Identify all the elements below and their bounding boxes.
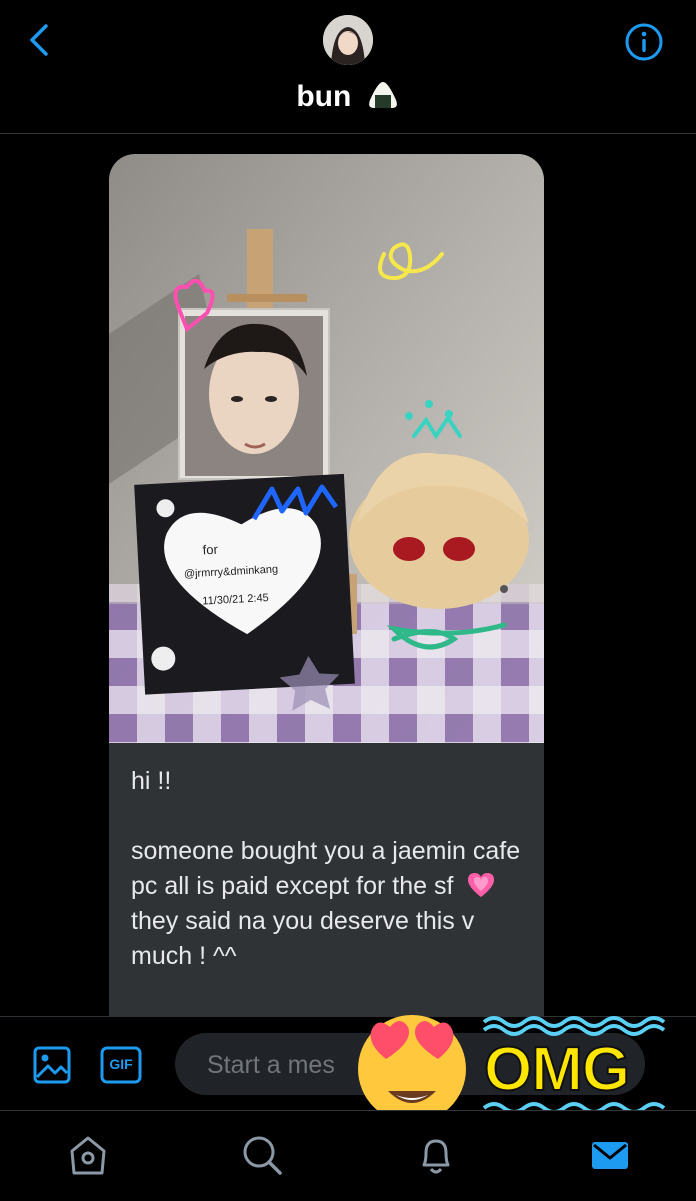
info-button[interactable]: [624, 22, 664, 62]
nav-notifications[interactable]: [414, 1133, 458, 1177]
message-text: hi !! someone bought you a jaemin cafe p…: [131, 764, 531, 1009]
message-bubble[interactable]: for @jrmrry&dminkang 11/30/21 2:45 hi !!: [109, 154, 544, 1054]
bell-icon: [422, 1139, 450, 1174]
omg-sticker-text: OMG: [483, 1034, 631, 1105]
add-gif-button[interactable]: GIF: [100, 1046, 142, 1084]
nav-home[interactable]: [66, 1133, 110, 1177]
contact-name[interactable]: bun: [0, 80, 696, 114]
bottom-nav: [0, 1110, 696, 1201]
message-input-placeholder: Start a mes: [207, 1051, 335, 1079]
message-paragraph: hi !!: [131, 767, 172, 795]
nav-messages[interactable]: [588, 1133, 632, 1177]
search-icon: [243, 1136, 282, 1175]
avatar[interactable]: [323, 15, 373, 65]
conversation-header: bun: [0, 0, 696, 134]
info-icon: [625, 23, 663, 61]
nav-search[interactable]: [240, 1133, 284, 1177]
message-paragraph-text: they said na you deserve this v much ! ^…: [131, 907, 475, 970]
gif-label: GIF: [109, 1056, 133, 1072]
contact-name-label: bun: [296, 80, 352, 113]
heart-eyes-sticker: [352, 1005, 472, 1125]
home-icon: [70, 1136, 106, 1175]
message-paragraph: someone bought you a jaemin cafe pc all …: [131, 834, 531, 974]
add-image-button[interactable]: [32, 1045, 72, 1085]
rice-ball-icon: [366, 80, 400, 110]
message-paragraph-text: someone bought you a jaemin cafe pc all …: [131, 837, 521, 900]
card-for-text: for: [202, 542, 219, 558]
back-button[interactable]: [22, 22, 58, 58]
chevron-left-icon: [30, 24, 48, 56]
message-image[interactable]: for @jrmrry&dminkang 11/30/21 2:45: [109, 154, 544, 743]
omg-sticker: OMG: [478, 1012, 668, 1122]
mail-icon: [592, 1142, 628, 1169]
image-icon: [33, 1046, 71, 1084]
growing-heart-icon: [466, 871, 496, 899]
